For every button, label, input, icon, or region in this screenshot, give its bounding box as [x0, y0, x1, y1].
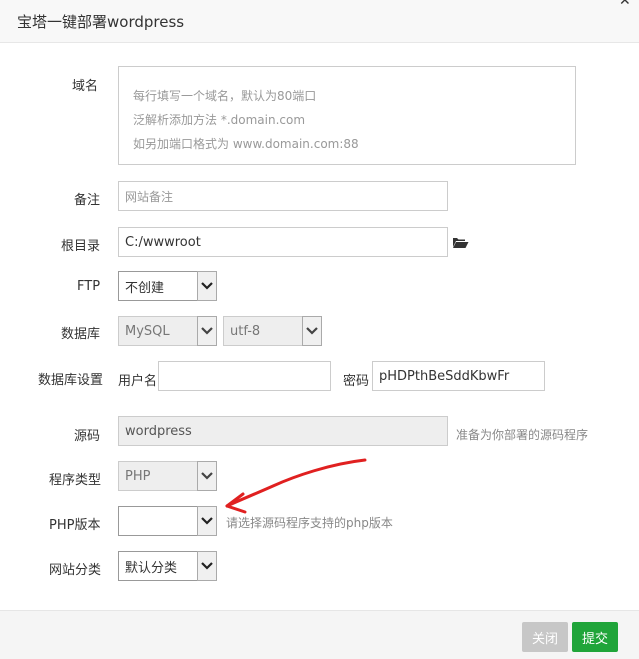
- ftp-select-value: 不创建: [125, 280, 165, 296]
- site-category-value: 默认分类: [125, 560, 178, 576]
- database-type-value: MySQL: [125, 323, 170, 339]
- domain-placeholder-line-1: 每行填写一个域名，默认为80端口: [133, 89, 317, 103]
- ftp-select[interactable]: 不创建: [118, 271, 217, 301]
- site-category-label: 网站分类: [49, 563, 102, 578]
- dialog-title: 宝塔一键部署wordpress: [17, 13, 185, 31]
- remark-input[interactable]: 网站备注: [118, 181, 448, 211]
- domain-textarea[interactable]: 每行填写一个域名，默认为80端口 泛解析添加方法 *.domain.com 如另…: [118, 66, 576, 165]
- chevron-down-icon: [302, 316, 322, 346]
- database-charset-value: utf-8: [230, 323, 261, 339]
- chevron-down-icon: [197, 506, 217, 536]
- chevron-down-icon: [197, 271, 217, 301]
- annotation-arrow: [225, 458, 367, 514]
- program-type-select[interactable]: PHP: [118, 461, 217, 491]
- database-charset-select[interactable]: utf-8: [223, 316, 322, 346]
- db-password-value: pHDPthBeSddKbwFr: [379, 368, 510, 384]
- domain-placeholder-line-2: 泛解析添加方法 *.domain.com: [133, 113, 306, 127]
- folder-open-icon[interactable]: [452, 236, 469, 249]
- domain-label: 域名: [72, 79, 99, 94]
- db-password-label: 密码: [343, 374, 370, 389]
- root-dir-label: 根目录: [61, 239, 101, 254]
- close-icon[interactable]: ✕: [619, 0, 633, 8]
- dialog-titlebar: 宝塔一键部署wordpress ✕: [0, 0, 639, 43]
- chevron-down-icon: [197, 316, 217, 346]
- db-user-label: 用户名: [118, 374, 158, 389]
- database-type-select[interactable]: MySQL: [118, 316, 217, 346]
- program-type-label: 程序类型: [49, 473, 102, 488]
- source-value: wordpress: [125, 423, 192, 439]
- domain-placeholder-line-3: 如另加端口格式为 www.domain.com:88: [133, 137, 359, 151]
- source-hint: 准备为你部署的源码程序: [456, 428, 589, 442]
- db-user-input[interactable]: [158, 361, 331, 391]
- close-button[interactable]: 关闭: [522, 622, 568, 652]
- source-label: 源码: [74, 429, 101, 444]
- remark-label: 备注: [74, 193, 101, 208]
- root-dir-value: C:/wwwroot: [125, 234, 201, 250]
- source-input[interactable]: wordpress: [118, 416, 448, 446]
- program-type-value: PHP: [125, 468, 151, 484]
- dialog-footer: 关闭 提交: [0, 610, 639, 659]
- db-password-input[interactable]: pHDPthBeSddKbwFr: [372, 361, 545, 391]
- ftp-label: FTP: [77, 279, 101, 294]
- php-version-select[interactable]: [118, 506, 217, 536]
- php-version-label: PHP版本: [49, 518, 101, 533]
- site-category-select[interactable]: 默认分类: [118, 551, 217, 581]
- submit-button[interactable]: 提交: [572, 622, 618, 652]
- root-dir-input[interactable]: C:/wwwroot: [118, 227, 448, 257]
- db-settings-label: 数据库设置: [38, 373, 104, 388]
- remark-placeholder: 网站备注: [125, 189, 174, 204]
- database-label: 数据库: [61, 327, 101, 342]
- chevron-down-icon: [197, 551, 217, 581]
- chevron-down-icon: [197, 461, 217, 491]
